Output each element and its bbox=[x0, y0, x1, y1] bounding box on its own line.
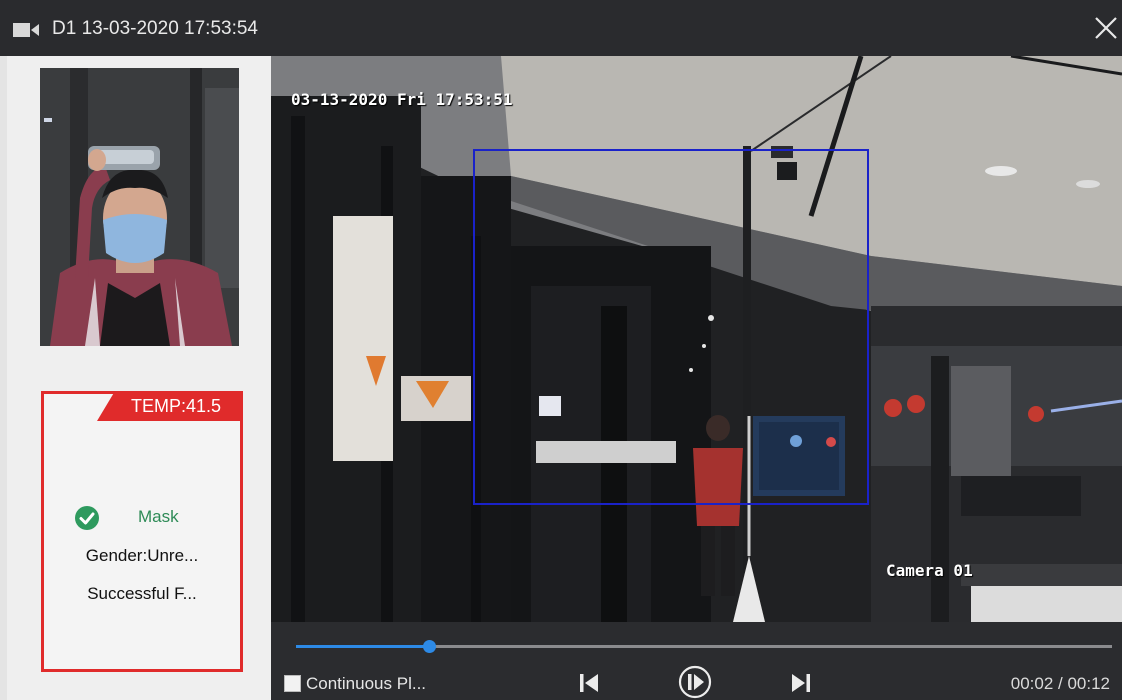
osd-datetime: 03-13-2020 Fri 17:53:51 bbox=[291, 90, 513, 109]
panel-edge bbox=[0, 56, 7, 700]
mask-status-row: Mask bbox=[74, 504, 234, 532]
title-bar: D1 13-03-2020 17:53:54 bbox=[0, 0, 1122, 56]
temperature-badge: TEMP:41.5 bbox=[97, 391, 243, 421]
gender-label: Gender:Unre... bbox=[85, 546, 199, 565]
detection-bounding-box bbox=[473, 149, 869, 505]
person-snapshot-drawing bbox=[40, 68, 239, 346]
close-icon[interactable] bbox=[1092, 14, 1120, 42]
playback-time: 00:02 / 00:12 bbox=[1010, 674, 1110, 693]
osd-camera-name: Camera 01 bbox=[886, 561, 973, 580]
previous-icon[interactable] bbox=[577, 672, 601, 694]
video-player[interactable]: 03-13-2020 Fri 17:53:51 Camera 01 bbox=[271, 56, 1122, 622]
progress-handle[interactable] bbox=[423, 640, 436, 653]
face-snapshot-image bbox=[40, 68, 239, 346]
video-camera-icon bbox=[13, 23, 39, 37]
capture-info-panel: TEMP:41.5 Mask Gender:Unre... Successful… bbox=[0, 56, 271, 700]
mask-status-label: Mask bbox=[138, 507, 179, 526]
check-circle-icon bbox=[75, 506, 99, 530]
detection-info-card: TEMP:41.5 Mask Gender:Unre... Successful… bbox=[41, 391, 243, 672]
progress-fill bbox=[296, 645, 429, 648]
progress-slider[interactable] bbox=[296, 640, 1112, 653]
continuous-play-label: Continuous Pl... bbox=[306, 674, 427, 693]
next-icon[interactable] bbox=[789, 672, 813, 694]
continuous-play-checkbox[interactable] bbox=[284, 675, 301, 692]
playback-control-bar: Continuous Pl... 00:02 / 00:12 bbox=[271, 622, 1122, 700]
window-title: D1 13-03-2020 17:53:54 bbox=[52, 18, 258, 39]
play-pause-icon[interactable] bbox=[677, 665, 713, 699]
recognition-result-label: Successful F... bbox=[87, 584, 197, 603]
